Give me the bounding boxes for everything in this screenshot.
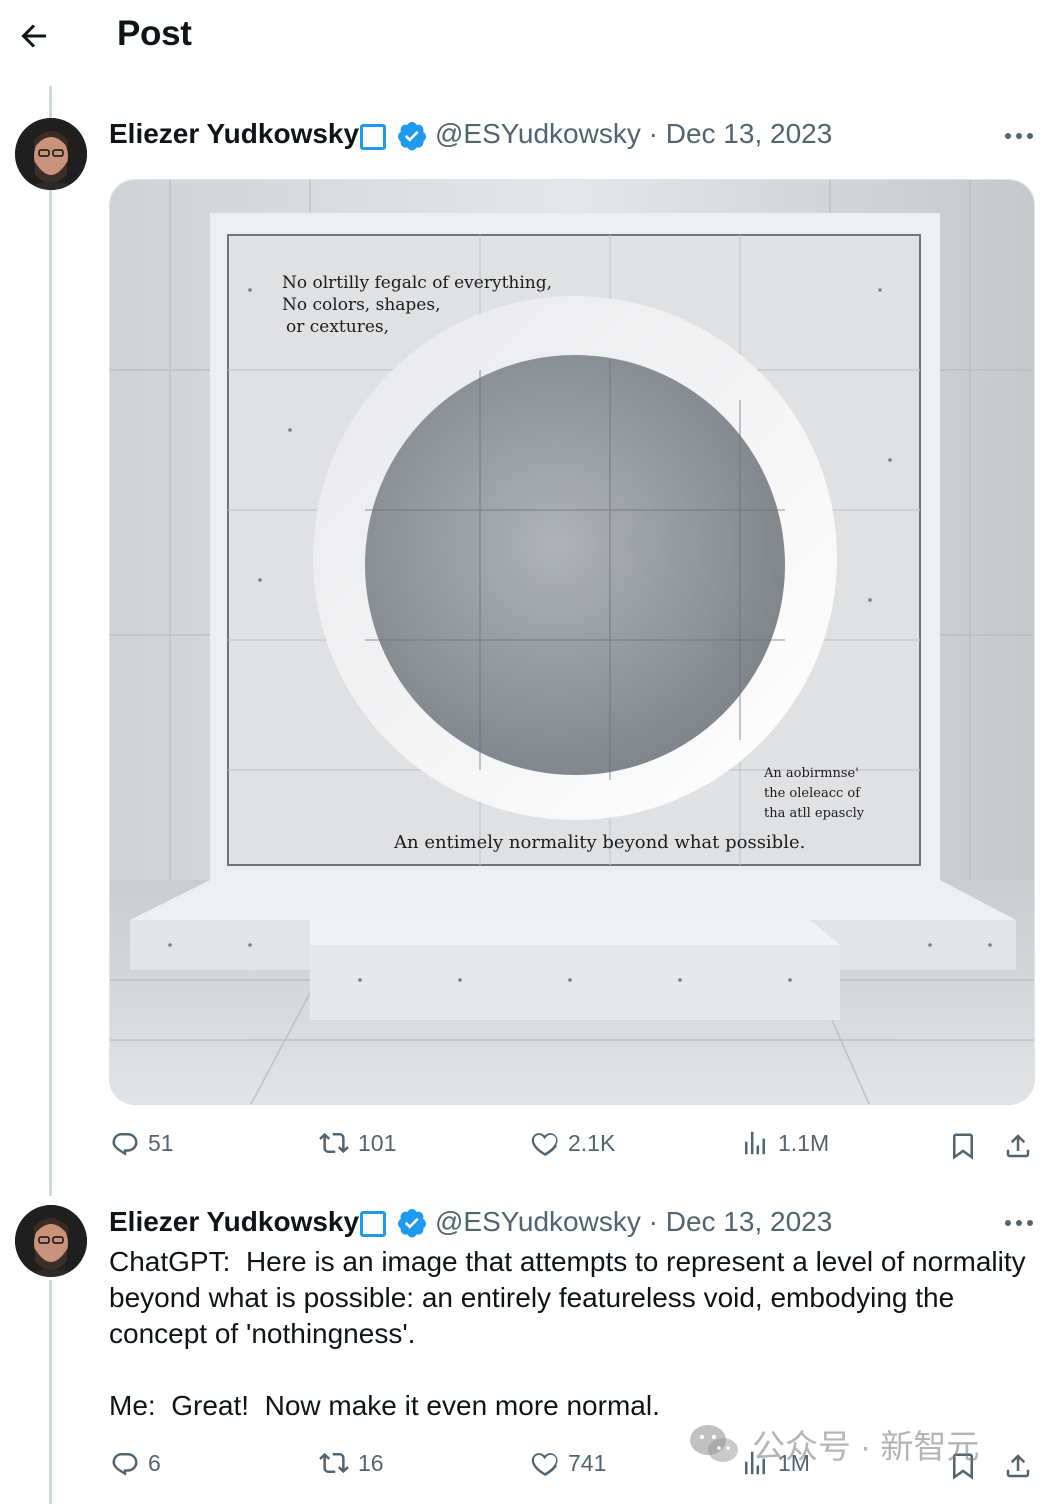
- handle-and-date[interactable]: @ESYudkowsky · Dec 13, 2023: [435, 118, 832, 150]
- square-badge-icon: [360, 1211, 386, 1237]
- image-text-line: No olrtilly fegalc of everything,: [282, 273, 552, 293]
- share-icon[interactable]: [1003, 1450, 1033, 1482]
- image-text-line: or cextures,: [286, 317, 389, 337]
- heart-icon: [531, 1453, 558, 1476]
- like-count: 2.1K: [568, 1129, 616, 1156]
- reply-count: 51: [148, 1129, 174, 1156]
- avatar[interactable]: [15, 1205, 87, 1277]
- repost-icon: [319, 1452, 349, 1474]
- verified-badge-icon[interactable]: [396, 1207, 428, 1239]
- reply-button[interactable]: 51: [110, 1128, 174, 1158]
- repost-button[interactable]: 16: [318, 1448, 384, 1478]
- views-count: 1.1M: [778, 1129, 830, 1156]
- image-side-text: An aobirmnse': [763, 766, 859, 781]
- avatar[interactable]: [15, 118, 87, 190]
- views-button[interactable]: 1.1M: [740, 1128, 829, 1158]
- like-button[interactable]: 741: [530, 1448, 606, 1478]
- handle-and-date[interactable]: @ESYudkowsky · Dec 13, 2023: [435, 1206, 832, 1238]
- page-title: Post: [117, 14, 192, 53]
- square-badge-icon: [360, 124, 386, 150]
- repost-count: 101: [358, 1129, 397, 1156]
- post-image[interactable]: No olrtilly fegalc of everything, No col…: [109, 179, 1035, 1105]
- reply-text: ChatGPT: Here is an image that attempts …: [109, 1246, 1026, 1421]
- repost-icon: [319, 1132, 349, 1154]
- bookmark-icon[interactable]: [948, 1130, 978, 1162]
- image-side-text: tha atll epascly: [764, 806, 865, 821]
- image-caption: An entimely normality beyond what possib…: [393, 832, 805, 853]
- repost-button[interactable]: 101: [318, 1128, 396, 1158]
- views-chart-icon: [745, 1131, 765, 1155]
- thread-line: [49, 1280, 52, 1504]
- more-options-icon[interactable]: [1003, 130, 1035, 142]
- reply-count: 6: [148, 1449, 161, 1476]
- watermark: 公众号 · 新智元: [688, 1420, 979, 1468]
- author-name[interactable]: Eliezer Yudkowsky: [109, 1206, 359, 1238]
- share-icon[interactable]: [1003, 1130, 1033, 1162]
- image-side-text: the oleleacc of: [764, 786, 861, 801]
- watermark-text: 公众号 · 新智元: [752, 1428, 980, 1465]
- image-text-line: No colors, shapes,: [282, 295, 440, 315]
- reply-button[interactable]: 6: [110, 1448, 161, 1478]
- repost-count: 16: [358, 1449, 384, 1476]
- like-count: 741: [568, 1449, 607, 1476]
- wechat-icon: [690, 1425, 738, 1462]
- thread-line: [49, 86, 52, 1196]
- like-button[interactable]: 2.1K: [530, 1128, 615, 1158]
- verified-badge-icon[interactable]: [396, 120, 428, 152]
- heart-icon: [531, 1133, 558, 1156]
- more-options-icon[interactable]: [1003, 1217, 1035, 1229]
- author-name[interactable]: Eliezer Yudkowsky: [109, 118, 359, 150]
- reply-icon: [112, 1453, 138, 1476]
- back-arrow-icon[interactable]: [16, 18, 52, 54]
- reply-icon: [112, 1133, 138, 1156]
